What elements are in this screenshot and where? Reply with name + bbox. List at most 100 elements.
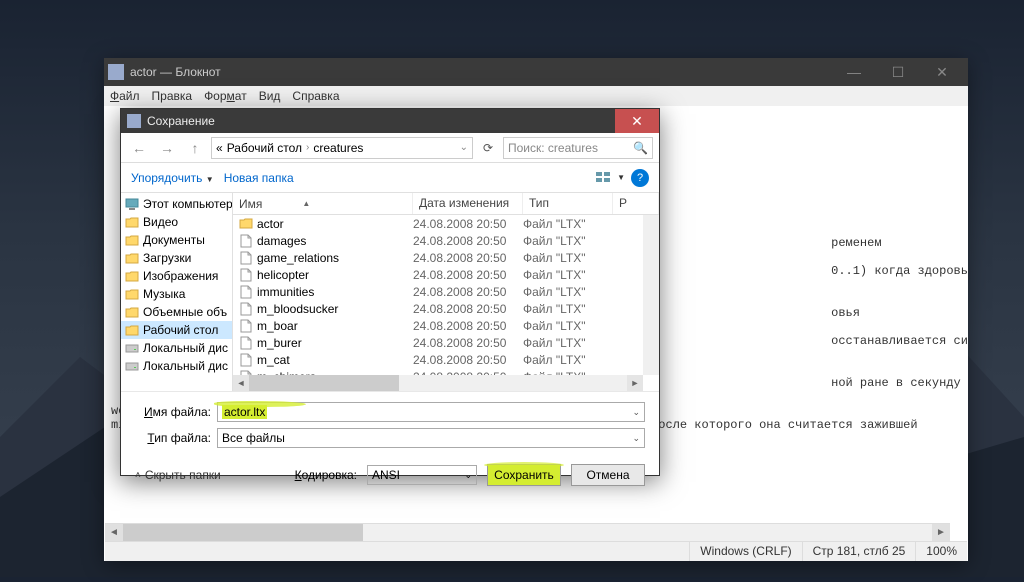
notepad-titlebar[interactable]: actor — Блокнот — ☐ ✕ — [104, 58, 968, 86]
file-name: helicopter — [257, 268, 309, 282]
breadcrumb[interactable]: « Рабочий стол › creatures ⌄ — [211, 137, 473, 159]
file-row[interactable]: m_bloodsucker24.08.2008 20:50Файл "LTX" — [233, 300, 659, 317]
encoding-label: Кодировка: — [295, 468, 357, 482]
dialog-fields: Имя файла: actor.ltx ⌄ Тип файла: Все фа… — [121, 391, 659, 458]
file-row[interactable]: helicopter24.08.2008 20:50Файл "LTX" — [233, 266, 659, 283]
breadcrumb-item[interactable]: Рабочий стол — [227, 141, 302, 155]
chevron-right-icon: › — [306, 142, 309, 153]
tree-item[interactable]: Загрузки — [121, 249, 232, 267]
tree-item[interactable]: Локальный дис — [121, 339, 232, 357]
tree-item[interactable]: Изображения — [121, 267, 232, 285]
hide-folders-button[interactable]: ˄ Скрыть папки — [135, 468, 221, 482]
filename-input[interactable]: actor.ltx ⌄ — [217, 402, 645, 422]
tree-item[interactable]: Рабочий стол — [121, 321, 232, 339]
file-icon — [239, 353, 253, 367]
scroll-left-icon[interactable]: ◄ — [233, 375, 249, 391]
chevron-down-icon[interactable]: ▼ — [617, 173, 625, 182]
minimize-button[interactable]: — — [832, 58, 876, 86]
file-icon — [239, 217, 253, 231]
new-folder-button[interactable]: Новая папка — [224, 171, 294, 185]
menu-help[interactable]: Справка — [292, 89, 339, 103]
nav-forward-button: → — [155, 137, 179, 159]
file-row[interactable]: immunities24.08.2008 20:50Файл "LTX" — [233, 283, 659, 300]
dialog-title: Сохранение — [147, 114, 615, 128]
scroll-thumb[interactable] — [249, 375, 399, 391]
close-button[interactable]: ✕ — [920, 58, 964, 86]
notepad-title: actor — Блокнот — [130, 65, 832, 79]
refresh-button[interactable]: ⟳ — [477, 137, 499, 159]
column-name[interactable]: Имя▲ — [233, 193, 413, 214]
folder-tree[interactable]: Этот компьютер Видео ДокументыЗагрузки Изоб… — [121, 193, 233, 391]
sort-asc-icon: ▲ — [302, 199, 310, 208]
pc-icon — [125, 198, 139, 210]
file-date: 24.08.2008 20:50 — [413, 251, 523, 265]
chevron-down-icon[interactable]: ⌄ — [632, 433, 640, 444]
nav-up-button[interactable]: ↑ — [183, 137, 207, 159]
file-type: Файл "LTX" — [523, 302, 613, 316]
filename-label: Имя файла: — [135, 405, 217, 419]
status-position: Стр 181, стлб 25 — [802, 542, 916, 561]
view-options-button[interactable] — [595, 170, 611, 186]
dialog-titlebar[interactable]: Сохранение ✕ — [121, 109, 659, 133]
organize-button[interactable]: Упорядочить ▼ — [131, 171, 214, 185]
dialog-icon — [127, 114, 141, 128]
menu-file[interactable]: Файл — [110, 89, 140, 103]
file-list-header: Имя▲ Дата изменения Тип Р — [233, 193, 659, 215]
scroll-right-icon[interactable]: ► — [627, 375, 643, 391]
chevron-down-icon[interactable]: ⌄ — [460, 142, 468, 153]
tree-item-label: Изображения — [143, 269, 218, 283]
help-button[interactable]: ? — [631, 169, 649, 187]
tree-item[interactable]: Музыка — [121, 285, 232, 303]
status-eol: Windows (CRLF) — [689, 542, 801, 561]
scroll-right-icon[interactable]: ► — [932, 524, 950, 542]
file-row[interactable]: m_cat24.08.2008 20:50Файл "LTX" — [233, 351, 659, 368]
chevron-down-icon[interactable]: ⌄ — [632, 407, 640, 418]
column-date[interactable]: Дата изменения — [413, 193, 523, 214]
folder-icon — [125, 288, 139, 300]
file-name: m_cat — [257, 353, 290, 367]
folder-icon — [125, 306, 139, 318]
tree-item[interactable]: Документы — [121, 231, 232, 249]
list-vscrollbar[interactable] — [643, 215, 659, 375]
save-button[interactable]: Сохранить — [487, 464, 561, 486]
encoding-select[interactable]: ANSI ⌄ — [367, 465, 477, 485]
file-date: 24.08.2008 20:50 — [413, 319, 523, 333]
scroll-thumb[interactable] — [123, 524, 363, 542]
file-row[interactable]: actor24.08.2008 20:50Файл "LTX" — [233, 215, 659, 232]
file-name: m_boar — [257, 319, 298, 333]
filetype-select[interactable]: Все файлы ⌄ — [217, 428, 645, 448]
file-icon — [239, 285, 253, 299]
breadcrumb-item[interactable]: creatures — [313, 141, 363, 155]
file-type: Файл "LTX" — [523, 353, 613, 367]
tree-item-label: Видео — [143, 215, 178, 229]
tree-item[interactable]: Этот компьютер — [121, 195, 232, 213]
file-row[interactable]: m_burer24.08.2008 20:50Файл "LTX" — [233, 334, 659, 351]
cancel-button[interactable]: Отмена — [571, 464, 645, 486]
folder-icon — [125, 270, 139, 282]
file-row[interactable]: game_relations24.08.2008 20:50Файл "LTX" — [233, 249, 659, 266]
search-input[interactable]: Поиск: creatures 🔍 — [503, 137, 653, 159]
folder-icon — [125, 234, 139, 246]
nav-back-button[interactable]: ← — [127, 137, 151, 159]
file-row[interactable]: damages24.08.2008 20:50Файл "LTX" — [233, 232, 659, 249]
dialog-close-button[interactable]: ✕ — [615, 109, 659, 133]
maximize-button[interactable]: ☐ — [876, 58, 920, 86]
tree-item[interactable]: Видео — [121, 213, 232, 231]
file-row[interactable]: m_boar24.08.2008 20:50Файл "LTX" — [233, 317, 659, 334]
menu-format[interactable]: Формат — [204, 89, 247, 103]
file-date: 24.08.2008 20:50 — [413, 336, 523, 350]
file-date: 24.08.2008 20:50 — [413, 268, 523, 282]
list-hscrollbar[interactable]: ◄ ► — [233, 375, 643, 391]
column-size[interactable]: Р — [613, 193, 659, 214]
menu-view[interactable]: Вид — [259, 89, 281, 103]
menu-edit[interactable]: Правка — [152, 89, 193, 103]
tree-item[interactable]: Объемные объ — [121, 303, 232, 321]
chevron-down-icon[interactable]: ⌄ — [464, 470, 472, 481]
column-type[interactable]: Тип — [523, 193, 613, 214]
file-icon — [239, 251, 253, 265]
tree-item[interactable]: Локальный дис — [121, 357, 232, 375]
filetype-label: Тип файла: — [135, 431, 217, 445]
notepad-hscrollbar[interactable]: ◄ ► — [105, 523, 950, 541]
scroll-left-icon[interactable]: ◄ — [105, 524, 123, 542]
file-list: Имя▲ Дата изменения Тип Р actor24.08.200… — [233, 193, 659, 391]
